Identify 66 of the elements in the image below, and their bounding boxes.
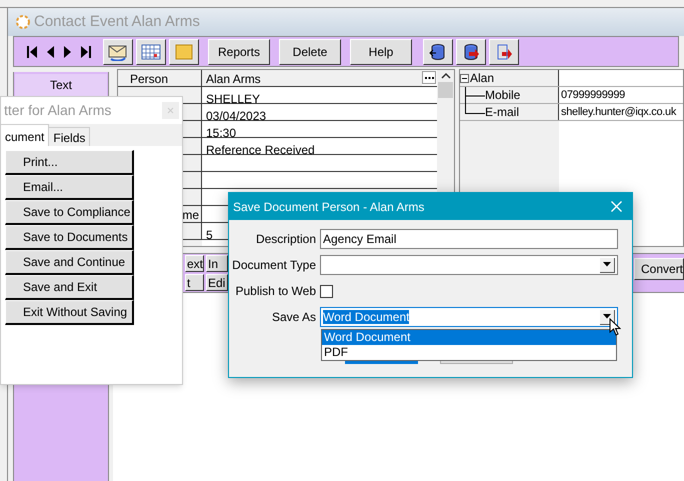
dropdown-arrow-button[interactable]	[600, 258, 615, 272]
ellipsis-button[interactable]	[422, 71, 436, 84]
tree-node-label[interactable]: Alan	[470, 69, 494, 87]
dropdown-option[interactable]: Word Document	[322, 330, 616, 345]
action-button[interactable]: Convert	[634, 258, 684, 280]
note-icon	[175, 44, 193, 60]
scroll-thumb[interactable]	[438, 82, 453, 98]
close-icon[interactable]	[611, 201, 622, 212]
envelope-icon	[108, 42, 128, 60]
letter-action-button[interactable]: Save to Documents	[5, 225, 134, 250]
export-arrow-icon	[495, 42, 513, 60]
grid-value: Reference Received	[206, 143, 315, 157]
close-icon	[167, 107, 174, 114]
field-label: Publish to Web	[236, 283, 316, 300]
action-button[interactable]: Edi	[206, 274, 228, 291]
toolbar-button[interactable]: Reports	[208, 38, 270, 64]
description-field[interactable]: Agency Email	[320, 229, 618, 249]
field-label: Document Type	[232, 257, 316, 274]
action-button[interactable]: In	[206, 255, 228, 272]
text-tab-button[interactable]: Text	[15, 74, 107, 96]
caret-icon	[603, 314, 611, 319]
database-button[interactable]	[423, 38, 453, 64]
action-button[interactable]: ext	[185, 255, 204, 272]
field-label: Save As	[272, 309, 316, 326]
dialog-title: Save Document Person - Alan Arms	[233, 198, 424, 216]
caret-icon	[603, 262, 611, 267]
tab[interactable]: Fields	[49, 127, 90, 146]
dropdown-arrow-button[interactable]	[600, 310, 615, 324]
window-title: tter for Alan Arms	[4, 101, 112, 120]
action-button[interactable]: t	[185, 274, 204, 291]
tree-node-label[interactable]: Mobile	[485, 86, 520, 104]
collapse-icon[interactable]	[460, 74, 469, 82]
toolbar-button[interactable]: Delete	[279, 38, 341, 64]
letter-action-button[interactable]: Save and Continue	[5, 250, 134, 275]
mail-sync-button[interactable]	[103, 38, 133, 64]
tab[interactable]: cument	[1, 124, 50, 146]
database-icon	[429, 42, 447, 60]
grid-value: 15:30	[206, 126, 236, 140]
checkbox[interactable]	[320, 284, 333, 298]
grid-label: me	[182, 207, 199, 222]
window-title: Contact Event Alan Arms	[34, 12, 200, 32]
dropdown-option[interactable]: PDF	[322, 345, 616, 360]
database-button[interactable]	[456, 38, 486, 64]
grid-value: 03/04/2023	[206, 109, 266, 123]
calendar-button[interactable]	[136, 38, 166, 64]
grid-value: 5	[206, 228, 213, 242]
dropdown-field[interactable]: Word Document	[320, 307, 618, 327]
database-button[interactable]	[489, 38, 519, 64]
dropdown-field[interactable]	[320, 255, 618, 275]
letter-action-button[interactable]: Exit Without Saving	[5, 300, 134, 325]
database-icon	[462, 42, 480, 60]
grid-value: SHELLEY	[206, 92, 260, 106]
grid-header-value: Alan Arms	[202, 70, 422, 86]
tree-node-label[interactable]: E-mail	[485, 103, 520, 121]
calendar-icon	[141, 44, 161, 60]
letter-action-button[interactable]: Email...	[5, 175, 134, 200]
dropdown-value: Word Document	[323, 310, 410, 324]
last-record-icon[interactable]	[80, 44, 92, 58]
app-logo-icon	[16, 15, 30, 29]
toolbar-button[interactable]: Help	[350, 38, 412, 64]
letter-action-button[interactable]: Save to Compliance	[5, 200, 134, 225]
first-record-icon[interactable]	[26, 44, 38, 58]
note-button[interactable]	[169, 38, 199, 64]
letter-action-button[interactable]: Print...	[5, 150, 134, 175]
field-label: Description	[256, 231, 316, 248]
letter-action-button[interactable]: Save and Exit	[5, 275, 134, 300]
